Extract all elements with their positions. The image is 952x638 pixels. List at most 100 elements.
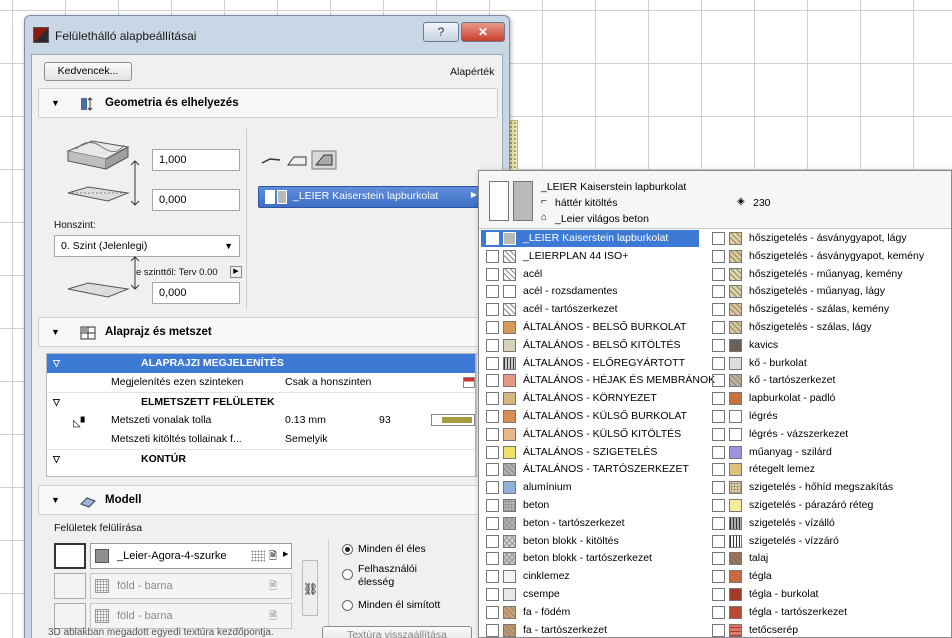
surface-item-label: beton blokk - tartószerkezet	[523, 552, 652, 565]
surface-item-label: ÁLTALÁNOS - KÖRNYEZET	[523, 392, 657, 405]
reference-arrow-button[interactable]: ▶	[230, 266, 242, 278]
surface-side-icon[interactable]	[54, 573, 86, 599]
surface-list-item[interactable]: ÁLTALÁNOS - SZIGETELÉS	[481, 444, 699, 461]
section-model-header[interactable]: ▼ Modell	[38, 485, 498, 515]
edge-style-icons[interactable]	[258, 149, 338, 171]
section-plan-header[interactable]: ▼ Alaprajz és metszet	[38, 317, 498, 347]
surface-list-item[interactable]: hőszigetelés - műanyag, lágy	[707, 283, 947, 300]
surface-list-item[interactable]: alumínium	[481, 479, 699, 496]
surface-item-label: ÁLTALÁNOS - BELSŐ BURKOLAT	[523, 321, 687, 333]
chain-link-icon[interactable]: ⛓	[302, 560, 318, 616]
surface-item-label: tégla - tartószerkezet	[749, 605, 848, 618]
color-swatch-icon	[503, 410, 516, 423]
height-input[interactable]: 1,000	[152, 149, 240, 171]
surface-list-item[interactable]: ÁLTALÁNOS - BELSŐ BURKOLAT	[481, 319, 699, 336]
expand-icon[interactable]: ▽	[53, 393, 60, 412]
collapse-icon[interactable]: ▼	[51, 495, 60, 505]
radio-icon	[342, 569, 353, 580]
surface-list-item[interactable]: fa - tartószerkezet	[481, 622, 699, 638]
surface-list-item[interactable]: beton blokk - tartószerkezet	[481, 550, 699, 567]
surface-list-item[interactable]: beton - tartószerkezet	[481, 515, 699, 532]
surface-list-item[interactable]: ÁLTALÁNOS - TARTÓSZERKEZET	[481, 461, 699, 478]
collapse-icon[interactable]: ▼	[51, 327, 60, 337]
table-row[interactable]: ▽ ELMETSZETT FELÜLETEK	[47, 392, 475, 411]
expand-icon[interactable]: ▽	[53, 354, 60, 373]
dialog-titlebar[interactable]: Felülethálló alapbeállításai ? ✕	[25, 16, 509, 54]
surface-list-item[interactable]: műanyag - szilárd	[707, 444, 947, 461]
surface-override-row[interactable]: föld - barna 🗎	[90, 603, 292, 629]
color-swatch-icon	[503, 552, 516, 566]
surface-list-item[interactable]: tégla	[707, 568, 947, 585]
outline-swatch-icon	[712, 285, 725, 299]
offset-input[interactable]: 0,000	[152, 189, 240, 211]
surface-list-item[interactable]: acél - tartószerkezet	[481, 301, 699, 318]
surface-list-item[interactable]: hőszigetelés - ásványgyapot, kemény	[707, 248, 947, 265]
table-row[interactable]: Metszeti kitöltés tollainak f... Semelyi…	[47, 430, 475, 449]
surface-list-item[interactable]: légrés	[707, 408, 947, 425]
pen-color-swatch[interactable]	[431, 414, 475, 426]
close-button[interactable]: ✕	[461, 22, 505, 42]
surface-list-item[interactable]: ÁLTALÁNOS - KÜLSŐ KITÖLTÉS	[481, 426, 699, 443]
reference-input[interactable]: 0,000	[152, 282, 240, 304]
favorites-button[interactable]: Kedvencek...	[44, 62, 132, 81]
surface-override-row[interactable]: _Leier-Agora-4-szurke 🗎 ▶	[90, 543, 292, 569]
surface-top-icon[interactable]	[54, 543, 86, 569]
plan-settings-table[interactable]: ▽ ALAPRAJZI MEGJELENÍTÉS Megjelenítés ez…	[46, 353, 476, 477]
surface-list-item[interactable]: kő - tartószerkezet	[707, 372, 947, 389]
surface-list-item[interactable]: ÁLTALÁNOS - BELSŐ KITÖLTÉS	[481, 337, 699, 354]
surface-list-item[interactable]: beton blokk - kitöltés	[481, 533, 699, 550]
surface-list-item[interactable]: ÁLTALÁNOS - KÖRNYEZET	[481, 390, 699, 407]
surface-list-item[interactable]: fa - födém	[481, 604, 699, 621]
material-icon: ⌂	[541, 212, 548, 223]
surface-list-item[interactable]: csempe	[481, 586, 699, 603]
table-row[interactable]: ◺▘ Metszeti vonalak tolla 0.13 mm 93	[47, 411, 475, 430]
surface-list-item[interactable]: szigetelés - vízzáró	[707, 533, 947, 550]
surface-list-item[interactable]: szigetelés - párazáró réteg	[707, 497, 947, 514]
outline-swatch-icon	[712, 588, 725, 601]
surface-list-item[interactable]: beton	[481, 497, 699, 514]
color-swatch-icon	[503, 534, 516, 548]
surface-list-item[interactable]: tetőcserép	[707, 622, 947, 638]
surface-bottom-icon[interactable]	[54, 603, 86, 629]
preview-material: _Leier világos beton	[555, 213, 649, 225]
surface-list-item[interactable]: rétegelt lemez	[707, 461, 947, 478]
surface-list-item[interactable]: ÁLTALÁNOS - ELŐREGYÁRTOTT	[481, 355, 699, 372]
color-swatch-icon	[503, 285, 516, 299]
surface-list-item[interactable]: acél	[481, 266, 699, 283]
surface-list-item[interactable]: hőszigetelés - szálas, kemény	[707, 301, 947, 318]
surface-override-row[interactable]: föld - barna 🗎	[90, 573, 292, 599]
surface-list-item[interactable]: szigetelés - hőhíd megszakítás	[707, 479, 947, 496]
surface-list-item[interactable]: _LEIERPLAN 44 ISO+	[481, 248, 699, 265]
table-row[interactable]: ▽ ALAPRAJZI MEGJELENÍTÉS	[47, 354, 475, 373]
surface-list-item[interactable]: talaj	[707, 550, 947, 567]
section-geometry-header[interactable]: ▼ Geometria és elhelyezés	[38, 88, 498, 118]
surface-list-item[interactable]: cinklemez	[481, 568, 699, 585]
surface-list-item[interactable]: kő - burkolat	[707, 355, 947, 372]
surface-list-item[interactable]: szigetelés - vízálló	[707, 515, 947, 532]
surface-list-item[interactable]: hőszigetelés - műanyag, kemény	[707, 266, 947, 283]
surface-selector[interactable]: _LEIER Kaiserstein lapburkolat ▶	[258, 186, 484, 208]
surface-popup-menu[interactable]: _LEIER Kaiserstein lapburkolat ⌐ háttér …	[478, 170, 952, 638]
surface-list-item[interactable]: légrés - vázszerkezet	[707, 426, 947, 443]
expand-icon[interactable]: ▽	[53, 450, 60, 469]
surface-list-item[interactable]: tégla - tartószerkezet	[707, 604, 947, 621]
outline-swatch-icon	[712, 410, 725, 423]
surface-list-item[interactable]: kavics	[707, 337, 947, 354]
surface-list-item[interactable]: lapburkolat - padló	[707, 390, 947, 407]
surface-list-item[interactable]: hőszigetelés - szálas, lágy	[707, 319, 947, 336]
surface-list-item[interactable]: acél - rozsdamentes	[481, 283, 699, 300]
surface-list-item[interactable]: ÁLTALÁNOS - KÜLSŐ BURKOLAT	[481, 408, 699, 425]
reset-texture-button[interactable]: Textúra visszaállítása	[322, 626, 472, 638]
surface-item-label: acél	[523, 267, 543, 280]
collapse-icon[interactable]: ▼	[51, 98, 60, 108]
help-button[interactable]: ?	[423, 22, 459, 42]
table-row[interactable]: ▽ KONTÚR	[47, 449, 475, 468]
texture-origin-note: 3D ablakban megadott egyedi textúra kezd…	[48, 627, 274, 638]
table-row[interactable]: Megjelenítés ezen szinteken Csak a honsz…	[47, 373, 475, 392]
color-swatch-icon	[503, 605, 516, 619]
floor-select[interactable]: 0. Szint (Jelenlegi) ▼	[54, 235, 240, 257]
surface-list-item[interactable]: hőszigetelés - ásványgyapot, lágy	[707, 230, 947, 247]
surface-list-item[interactable]: ÁLTALÁNOS - HÉJAK ÉS MEMBRÁNOK	[481, 372, 715, 389]
surface-list-item[interactable]: _LEIER Kaiserstein lapburkolat	[481, 230, 699, 247]
surface-list-item[interactable]: tégla - burkolat	[707, 586, 947, 603]
